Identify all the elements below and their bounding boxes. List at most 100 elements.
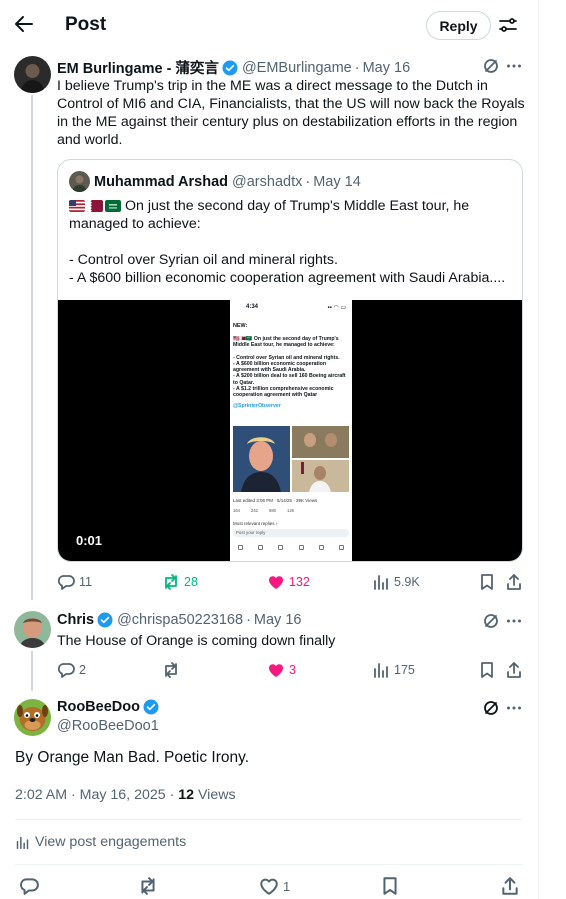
separator-dot: · [354, 59, 360, 76]
focused-post-text: By Orange Man Bad. Poetic Irony. [15, 749, 250, 766]
repost-action[interactable]: 28 [162, 573, 198, 591]
more-options-icon[interactable] [505, 699, 523, 717]
column-border [538, 0, 539, 899]
like-action[interactable]: 1 [259, 876, 290, 896]
views-action[interactable]: 5.9K [372, 573, 420, 591]
phone-nav-icon [298, 544, 304, 550]
phone-nav-icon [237, 544, 243, 550]
phone-time: 4:34 [246, 304, 259, 310]
phone-stat: 126 [287, 508, 294, 513]
author-name[interactable]: RooBeeDoo [57, 699, 140, 715]
author-handle[interactable]: @RooBeeDoo1 [57, 718, 159, 734]
flag-emojis [69, 200, 121, 212]
phone-line: Middle East tour, he managed to achieve: [233, 342, 335, 349]
separator-dot: · [305, 174, 311, 190]
share-action[interactable] [500, 876, 520, 896]
avatar[interactable] [14, 56, 51, 93]
phone-line: - A $200 billion deal to sell 160 Boeing… [233, 373, 346, 380]
repost-action[interactable] [162, 661, 180, 679]
saudi-flag-icon [105, 200, 121, 212]
share-action[interactable] [505, 661, 523, 679]
heart-filled-icon [269, 576, 283, 589]
phone-line: - Control over Syrian oil and mineral ri… [233, 354, 340, 361]
reply-action[interactable]: 2 [57, 661, 86, 679]
share-action[interactable] [505, 573, 523, 591]
author-handle[interactable]: @chrispa50223168 [117, 612, 243, 628]
views-label: Views [194, 787, 236, 803]
qatar-flag-icon [87, 200, 103, 212]
heart-icon [260, 878, 278, 895]
like-count: 1 [283, 878, 291, 894]
like-count: 3 [289, 663, 296, 677]
verified-badge-icon [143, 699, 159, 715]
views-action[interactable]: 175 [372, 661, 415, 679]
like-action[interactable]: 3 [267, 661, 296, 679]
bookmark-icon [383, 877, 397, 895]
quote-line-2: - Control over Syrian oil and mineral ri… [69, 252, 338, 268]
author-handle[interactable]: @EMBurlingame [242, 60, 352, 76]
avatar[interactable] [14, 699, 51, 736]
post-text: I believe Trump's trip in the ME was a d… [57, 78, 525, 148]
divider [15, 819, 523, 820]
reply-action[interactable]: 11 [57, 573, 92, 591]
engagements-label: View post engagements [35, 834, 187, 850]
reply-button[interactable]: Reply [426, 11, 491, 40]
phone-stats: 164 242 680 126 [233, 508, 294, 513]
timestamp-text[interactable]: 2:02 AM · May 16, 2025 · [15, 787, 178, 803]
grok-icon[interactable] [482, 57, 500, 75]
bookmark-action[interactable] [380, 876, 400, 896]
grok-icon[interactable] [482, 612, 500, 630]
repost-action[interactable] [138, 876, 158, 896]
view-engagements-link[interactable]: View post engagements [15, 834, 186, 850]
settings-sliders-icon[interactable] [497, 14, 519, 36]
more-options-icon[interactable] [505, 57, 523, 75]
grok-icon[interactable] [482, 699, 500, 717]
focused-post-actions: 1 [0, 876, 538, 898]
header: Post Reply [0, 0, 538, 50]
phone-nav-icon [278, 544, 284, 550]
post-date[interactable]: May 16 [363, 60, 411, 76]
reply-count: 11 [79, 575, 92, 589]
post-date[interactable]: May 16 [254, 612, 302, 628]
verified-badge-icon [222, 60, 238, 75]
video-phone-screenshot: 4:34 ▪▪ ◠ ▭ NEW: 🇺🇸🇶🇦🇸🇦 On just the seco… [230, 300, 352, 561]
video-player[interactable]: 4:34 ▪▪ ◠ ▭ NEW: 🇺🇸🇶🇦🇸🇦 On just the seco… [58, 300, 522, 561]
bookmark-action[interactable] [478, 573, 496, 591]
video-timestamp: 0:01 [76, 533, 103, 548]
avatar[interactable] [14, 611, 51, 648]
reply-count: 2 [79, 663, 86, 677]
author-name[interactable]: EM Burlingame - 蒲奕言 [57, 57, 219, 78]
more-options-icon[interactable] [505, 612, 523, 630]
reply-icon [57, 575, 75, 590]
phone-meta: Last edited 3:06 PM · 5/14/25 · 39K View… [233, 498, 318, 503]
thread-line [31, 95, 33, 600]
quote-author-name[interactable]: Muhammad Arshad [94, 174, 228, 190]
share-icon [507, 574, 521, 590]
back-arrow-icon[interactable] [12, 12, 36, 36]
reply-action[interactable] [19, 876, 39, 896]
quote-author-handle[interactable]: @arshadtx [232, 174, 302, 190]
phone-nav-icon [339, 544, 345, 550]
bookmark-action[interactable] [478, 661, 496, 679]
post-text: The House of Orange is coming down final… [57, 633, 336, 649]
bookmark-icon [481, 662, 493, 678]
repost-count: 28 [184, 575, 198, 589]
views-chart-icon [374, 663, 388, 678]
views-number: 12 [178, 787, 195, 803]
separator-dot: · [246, 612, 251, 628]
reply-icon [20, 878, 39, 895]
like-action[interactable]: 132 [267, 573, 310, 591]
views-count: 175 [394, 663, 415, 677]
thread-line [31, 651, 33, 691]
author-name[interactable]: Chris [57, 612, 94, 628]
quote-date: May 14 [313, 174, 361, 190]
us-flag-icon [69, 200, 85, 212]
phone-stat: 242 [251, 508, 258, 513]
reply-icon [57, 663, 75, 678]
quoted-post-card[interactable]: Muhammad Arshad @arshadtx · May 14 On ju… [57, 159, 523, 562]
phone-relevant-replies: Most relevant replies › [233, 521, 278, 526]
share-icon [507, 662, 521, 678]
repost-icon [165, 574, 177, 590]
phone-post-text: 🇺🇸🇶🇦🇸🇦 On just the second day of Trump's… [233, 336, 349, 409]
quote-avatar[interactable] [69, 171, 90, 192]
